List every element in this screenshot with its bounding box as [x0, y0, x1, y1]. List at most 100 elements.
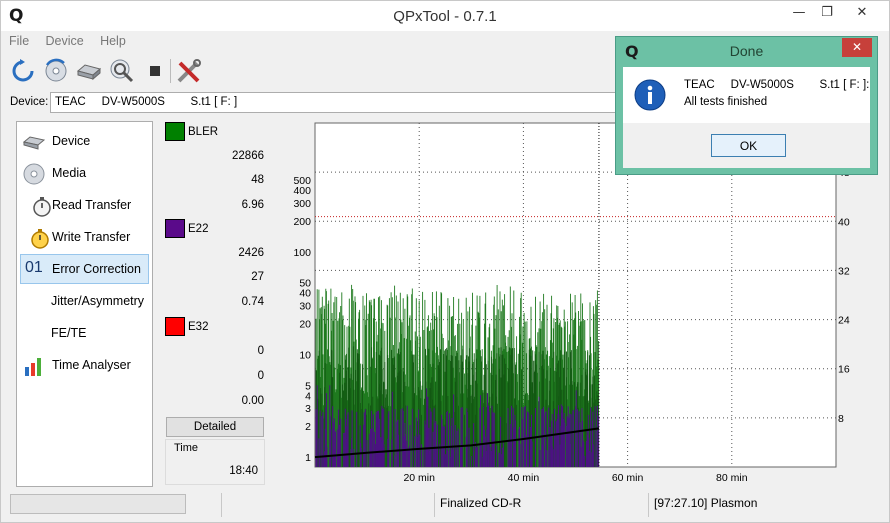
right-axis-tick-label: 40: [838, 216, 850, 228]
refresh-icon: [12, 59, 34, 82]
bler-label: BLER: [188, 126, 219, 138]
done-dialog: Q Done ✕ TEAC DV-W5000S S.t1 [ F: ]: All…: [615, 36, 878, 175]
nav-device[interactable]: Device: [20, 127, 149, 157]
nav-device-label: Device: [52, 134, 91, 148]
device-label: Device:: [10, 96, 49, 108]
dialog-title: Done: [729, 43, 764, 59]
ok-button[interactable]: OK: [711, 134, 786, 157]
e32-max: 0: [257, 370, 264, 382]
status-bar: Finalized CD-R [97:27.10] Plasmon: [1, 491, 889, 523]
left-axis-tick-label: 500: [293, 175, 311, 187]
left-axis-tick-label: 50: [299, 278, 311, 290]
e22-max: 27: [251, 271, 264, 283]
e22-total: 2426: [238, 247, 264, 259]
e22-label: E22: [188, 223, 209, 235]
e32-total: 0: [257, 345, 264, 357]
dialog-message: All tests finished: [684, 96, 768, 108]
right-axis-tick-label: 24: [838, 315, 850, 327]
minimize-button[interactable]: —: [786, 5, 812, 25]
media-info-button[interactable]: [108, 57, 136, 85]
bler-avg: 6.96: [241, 199, 264, 211]
refresh-devices-button[interactable]: [9, 57, 37, 85]
drive-icon: [22, 136, 46, 150]
left-axis-tick-label: 20: [299, 319, 311, 331]
disc-refresh-icon: [45, 58, 67, 82]
right-axis-tick-label: 8: [838, 413, 844, 425]
x-axis-tick-label: 20 min: [403, 472, 435, 484]
window-title: QPxTool - 0.7.1: [393, 8, 497, 25]
left-axis-tick-label: 30: [299, 300, 311, 312]
status-divider: [221, 493, 222, 517]
close-button[interactable]: ✕: [849, 5, 875, 25]
nav-read-transfer[interactable]: Read Transfer: [20, 191, 149, 221]
time-value: 18:40: [229, 465, 258, 477]
left-axis-tick-label: 2: [305, 421, 311, 433]
nav-fe-te-label: FE/TE: [51, 326, 87, 340]
x-axis-tick-label: 40 min: [508, 472, 540, 484]
bler-max: 48: [251, 174, 264, 186]
preferences-button[interactable]: [175, 57, 203, 85]
nav-media-label: Media: [52, 166, 87, 180]
stopwatch-icon: [33, 197, 51, 217]
test-navigation: Device Media Read Transfer Write Transfe…: [16, 121, 153, 487]
left-axis-tick-label: 3: [305, 403, 311, 415]
nav-time-analyser-label: Time Analyser: [52, 358, 131, 372]
menu-file[interactable]: File: [9, 34, 29, 48]
dialog-body: TEAC DV-W5000S S.t1 [ F: ]: All tests fi…: [623, 67, 870, 123]
status-divider: [648, 493, 649, 517]
info-icon: [634, 79, 666, 111]
detailed-button[interactable]: Detailed: [166, 417, 264, 437]
nav-jitter-asymmetry-label: Jitter/Asymmetry: [51, 294, 145, 308]
drive-icon: [76, 64, 102, 81]
nav-jitter-asymmetry[interactable]: Jitter/Asymmetry: [20, 287, 149, 317]
atip-status: [97:27.10] Plasmon: [654, 496, 758, 510]
left-axis-tick-label: 10: [299, 349, 311, 361]
stop-icon: [150, 66, 160, 76]
nav-media[interactable]: Media: [20, 159, 149, 189]
bars-icon: [25, 358, 41, 376]
nav-write-transfer[interactable]: Write Transfer: [20, 223, 149, 253]
e32-color-swatch: [165, 317, 185, 336]
left-axis-tick-label: 5: [305, 380, 311, 392]
toolbar-separator: [170, 59, 171, 83]
left-axis-tick-label: 100: [293, 247, 311, 259]
left-axis-tick-label: 300: [293, 198, 311, 210]
error-stats-panel: BLER 22866 48 6.96 E22 2426 27 0.74 E32 …: [160, 121, 268, 487]
bler-color-swatch: [165, 122, 185, 141]
stop-button[interactable]: [141, 57, 169, 85]
e32-avg: 0.00: [241, 395, 264, 407]
e22-avg: 0.74: [241, 296, 264, 308]
dialog-footer: OK: [623, 123, 870, 168]
nav-error-correction[interactable]: 01 Error Correction: [20, 254, 149, 284]
restore-button[interactable]: ❐: [814, 5, 840, 25]
x-axis-tick-label: 80 min: [716, 472, 748, 484]
nav-fe-te[interactable]: FE/TE: [20, 319, 149, 349]
menu-help[interactable]: Help: [100, 34, 126, 48]
magnifier-disc-icon: [110, 59, 134, 83]
status-divider: [434, 493, 435, 517]
nav-time-analyser[interactable]: Time Analyser: [20, 351, 149, 381]
disc-icon: [23, 163, 45, 185]
device-select[interactable]: TEAC DV-W5000S S.t1 [ F: ]: [50, 92, 622, 113]
progress-bar: [10, 494, 186, 514]
time-label: Time: [174, 442, 199, 454]
nav-write-transfer-label: Write Transfer: [52, 230, 131, 244]
x-axis-tick-label: 60 min: [612, 472, 644, 484]
left-axis-tick-label: 200: [293, 216, 311, 228]
e22-color-swatch: [165, 219, 185, 238]
nav-01-icon: 01: [25, 259, 43, 276]
dialog-device-text: TEAC DV-W5000S S.t1 [ F: ]:: [684, 79, 870, 91]
dialog-close-button[interactable]: ✕: [842, 38, 872, 57]
time-group: Time 18:40: [165, 439, 265, 485]
stopwatch-burn-icon: [31, 229, 49, 249]
nav-read-transfer-label: Read Transfer: [52, 198, 132, 212]
menu-device[interactable]: Device: [46, 34, 84, 48]
tools-icon: [177, 59, 201, 83]
disc-type-status: Finalized CD-R: [440, 496, 522, 510]
rescan-media-button[interactable]: [42, 57, 70, 85]
bler-total: 22866: [232, 150, 264, 162]
right-axis-tick-label: 32: [838, 265, 850, 277]
nav-error-correction-label: Error Correction: [52, 262, 141, 276]
e32-label: E32: [188, 321, 209, 333]
device-info-button[interactable]: [75, 57, 103, 85]
